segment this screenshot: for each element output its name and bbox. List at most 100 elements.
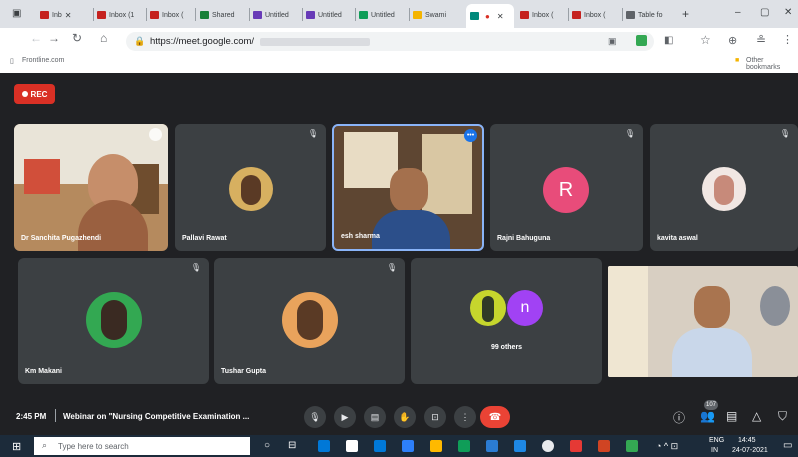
camera-button[interactable]: ▶ — [334, 406, 356, 428]
more-options-icon[interactable]: ••• — [464, 129, 477, 142]
word-icon[interactable] — [486, 440, 498, 452]
window-menu-icon[interactable]: ▣ — [12, 8, 21, 19]
new-tab-button[interactable]: + — [682, 7, 689, 21]
extensions-icon[interactable]: ⊕ — [728, 34, 737, 47]
tab-2[interactable]: Inbox (1 — [97, 6, 145, 24]
participant-tile[interactable]: 🎙 R Rajni Bahuguna — [490, 124, 643, 251]
present-button[interactable]: ⊡ — [424, 406, 446, 428]
mic-button[interactable]: 🎙 — [304, 406, 326, 428]
participant-video — [694, 286, 730, 328]
powerpoint-icon[interactable] — [598, 440, 610, 452]
bookmark-item[interactable]: Frontline.com — [22, 57, 64, 64]
close-tab-icon[interactable]: ✕ — [497, 12, 504, 21]
participant-count-badge: 107 — [704, 400, 718, 410]
tab-6[interactable]: Untitled — [306, 6, 352, 24]
app-icon[interactable] — [514, 440, 526, 452]
tab-4[interactable]: Shared — [200, 6, 246, 24]
page-icon — [626, 11, 635, 19]
tab-label: Untitled — [265, 11, 289, 19]
file-explorer-icon[interactable] — [430, 440, 442, 452]
tray-icons[interactable]: ◔ ^ ⊡ — [656, 441, 678, 452]
tab-5[interactable]: Untitled — [253, 6, 299, 24]
tab-3[interactable]: Inbox ( — [150, 6, 192, 24]
back-icon[interactable]: ← — [30, 31, 42, 45]
search-placeholder[interactable]: Type here to search — [58, 442, 129, 451]
windows-start-icon[interactable]: ⊞ — [12, 440, 21, 453]
participant-avatar — [282, 292, 338, 348]
close-window-button[interactable]: ✕ — [784, 7, 792, 18]
tab-label: Swami — [425, 11, 447, 19]
language-label[interactable]: ENG — [709, 437, 724, 444]
language-region: IN — [711, 447, 718, 454]
others-tile[interactable]: n 99 others — [411, 258, 602, 384]
tab-12[interactable]: Table fo — [626, 6, 674, 24]
participant-tile[interactable]: 🎙 Km Makani — [18, 258, 209, 384]
sheets-icon — [359, 11, 368, 19]
meet-icon — [470, 12, 479, 20]
tab-separator — [195, 8, 196, 21]
minimize-button[interactable]: – — [735, 7, 741, 18]
task-view-icon[interactable]: ⊟ — [288, 440, 296, 451]
home-icon[interactable]: ⌂ — [100, 31, 107, 45]
leave-call-button[interactable]: ☎ — [480, 406, 510, 428]
app-icon[interactable] — [626, 440, 638, 452]
star-icon[interactable]: ☆ — [700, 33, 711, 47]
participant-video — [390, 168, 428, 212]
mail-icon[interactable] — [458, 440, 470, 452]
chat-icon[interactable]: ▤ — [726, 409, 737, 423]
activities-icon[interactable]: △ — [752, 409, 761, 423]
amazon-icon[interactable] — [346, 440, 358, 452]
forward-icon[interactable]: → — [48, 31, 60, 45]
acrobat-icon[interactable] — [570, 440, 582, 452]
other-bookmarks[interactable]: Other bookmarks — [746, 57, 798, 71]
tab-1[interactable]: Inb ✕ — [40, 6, 90, 24]
host-controls-icon[interactable]: ⛉ — [778, 409, 787, 424]
url-redacted — [260, 38, 370, 46]
edge-icon[interactable] — [318, 440, 330, 452]
people-icon[interactable]: 👥 — [700, 409, 715, 423]
tab-active-meet[interactable]: ● ✕ — [466, 4, 514, 28]
participant-tile[interactable]: 🎙 kavita aswal — [650, 124, 798, 251]
lock-icon[interactable]: 🔒 — [134, 36, 145, 47]
tab-11[interactable]: Inbox ( — [572, 6, 618, 24]
screen-cast-icon[interactable]: ◧ — [664, 35, 673, 46]
meeting-details-icon[interactable]: ⓘ — [673, 409, 685, 426]
url-text[interactable]: https://meet.google.com/ — [150, 36, 254, 47]
tab-label: Inbox ( — [532, 11, 554, 19]
clock-time[interactable]: 14:45 — [738, 437, 756, 444]
store-icon[interactable] — [374, 440, 386, 452]
chrome-icon[interactable] — [542, 440, 554, 452]
participant-avatar — [86, 292, 142, 348]
dropbox-icon[interactable] — [402, 440, 414, 452]
cortana-icon[interactable]: ○ — [264, 440, 270, 451]
participant-name: esh sharma — [341, 233, 380, 240]
captions-button[interactable]: ▤ — [364, 406, 386, 428]
participant-tile-active-speaker[interactable]: ••• esh sharma — [332, 124, 484, 251]
reload-icon[interactable]: ↻ — [72, 31, 82, 45]
more-options-button[interactable]: ⋮ — [454, 406, 476, 428]
others-count-label: 99 others — [490, 344, 523, 351]
raise-hand-button[interactable]: ✋ — [394, 406, 416, 428]
extension-icon[interactable] — [636, 35, 647, 46]
tab-label: Inbox (1 — [109, 11, 135, 19]
close-tab-icon[interactable]: ✕ — [65, 11, 72, 20]
tab-7[interactable]: Untitled — [359, 6, 407, 24]
participant-tile[interactable]: 🎙 Pallavi Rawat — [175, 124, 326, 251]
participant-tile[interactable]: 🎙 Tushar Gupta — [214, 258, 405, 384]
gmail-icon — [572, 11, 581, 19]
self-view-tile[interactable] — [608, 266, 798, 377]
camera-permission-icon[interactable]: ▣ — [608, 36, 617, 47]
more-options-icon[interactable] — [149, 128, 162, 141]
tab-separator — [302, 8, 303, 21]
tab-separator — [146, 8, 147, 21]
participant-tile[interactable]: Dr Sanchita Pugazhendi — [14, 124, 168, 251]
participant-name: kavita aswal — [657, 235, 698, 242]
tab-8[interactable]: Swami — [413, 6, 461, 24]
tab-10[interactable]: Inbox ( — [520, 6, 566, 24]
maximize-button[interactable]: ▢ — [760, 7, 769, 18]
profile-icon[interactable]: ≗ — [756, 33, 766, 47]
tab-label: Inbox ( — [584, 11, 606, 19]
menu-icon[interactable]: ⋮ — [782, 33, 793, 46]
notifications-icon[interactable]: ▭ — [783, 440, 792, 451]
bookmarks-bar — [0, 54, 798, 74]
